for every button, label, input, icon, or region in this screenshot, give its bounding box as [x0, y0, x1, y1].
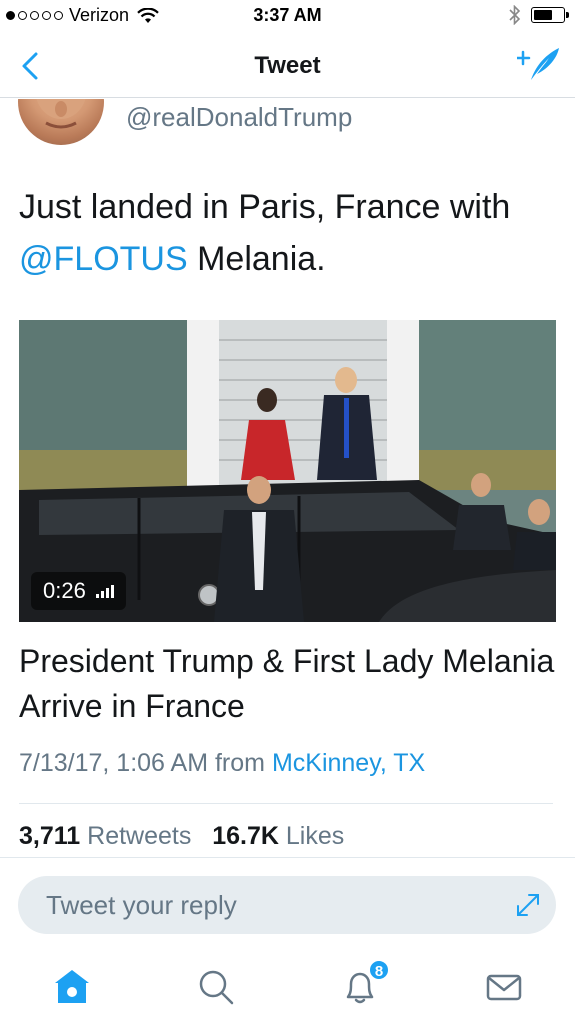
envelope-icon[interactable] [484, 967, 524, 1007]
bluetooth-icon [509, 5, 521, 25]
page-title: Tweet [254, 52, 321, 79]
battery-icon [531, 7, 569, 23]
nav-bar: Tweet [0, 34, 575, 98]
divider [19, 803, 553, 804]
from-label: from [214, 749, 265, 777]
status-time: 3:37 AM [253, 5, 322, 25]
volume-icon[interactable] [95, 584, 114, 598]
reply-input[interactable]: Tweet your reply [18, 876, 556, 934]
tweet-text: Just landed in Paris, France with @FLOTU… [19, 181, 559, 285]
retweets-label: Retweets [87, 822, 192, 850]
video-player[interactable]: 0:26 [19, 320, 556, 622]
tweet-text-start: Just landed in Paris, France with [19, 188, 511, 226]
tweet-detail: @realDonaldTrump Just landed in Paris, F… [0, 99, 575, 857]
status-bar: Verizon 3:37 AM [0, 0, 575, 34]
notifications-badge: 8 [368, 959, 390, 981]
likes-label: Likes [285, 822, 345, 850]
reply-bar: Tweet your reply [0, 857, 575, 947]
expand-icon[interactable] [514, 891, 542, 919]
tweet-stats: 3,711 Retweets 16.7K Likes [19, 822, 344, 851]
search-icon[interactable] [196, 967, 236, 1007]
retweets-count: 3,711 [19, 822, 81, 850]
video-duration-badge: 0:26 [31, 572, 126, 610]
avatar[interactable] [18, 99, 104, 145]
author-handle[interactable]: @realDonaldTrump [126, 102, 352, 133]
tweet-timestamp: 7/13/17, 1:06 AM [19, 749, 209, 777]
tab-bar: 8 [0, 947, 575, 1024]
video-card-title[interactable]: President Trump & First Lady Melania Arr… [19, 639, 559, 729]
retweets-stat[interactable]: 3,711 Retweets [19, 822, 191, 850]
mention-link[interactable]: @FLOTUS [19, 240, 188, 278]
home-icon[interactable] [52, 967, 92, 1007]
likes-stat[interactable]: 16.7K Likes [212, 822, 344, 850]
tweet-author[interactable]: @realDonaldTrump [18, 99, 558, 149]
video-duration: 0:26 [43, 578, 86, 603]
likes-count: 16.7K [212, 822, 279, 850]
compose-tweet-icon[interactable] [517, 44, 561, 84]
tweet-meta: 7/13/17, 1:06 AM from McKinney, TX [19, 749, 425, 778]
reply-placeholder: Tweet your reply [46, 890, 237, 920]
location-link[interactable]: McKinney, TX [272, 749, 425, 777]
tweet-text-end: Melania. [187, 240, 326, 278]
